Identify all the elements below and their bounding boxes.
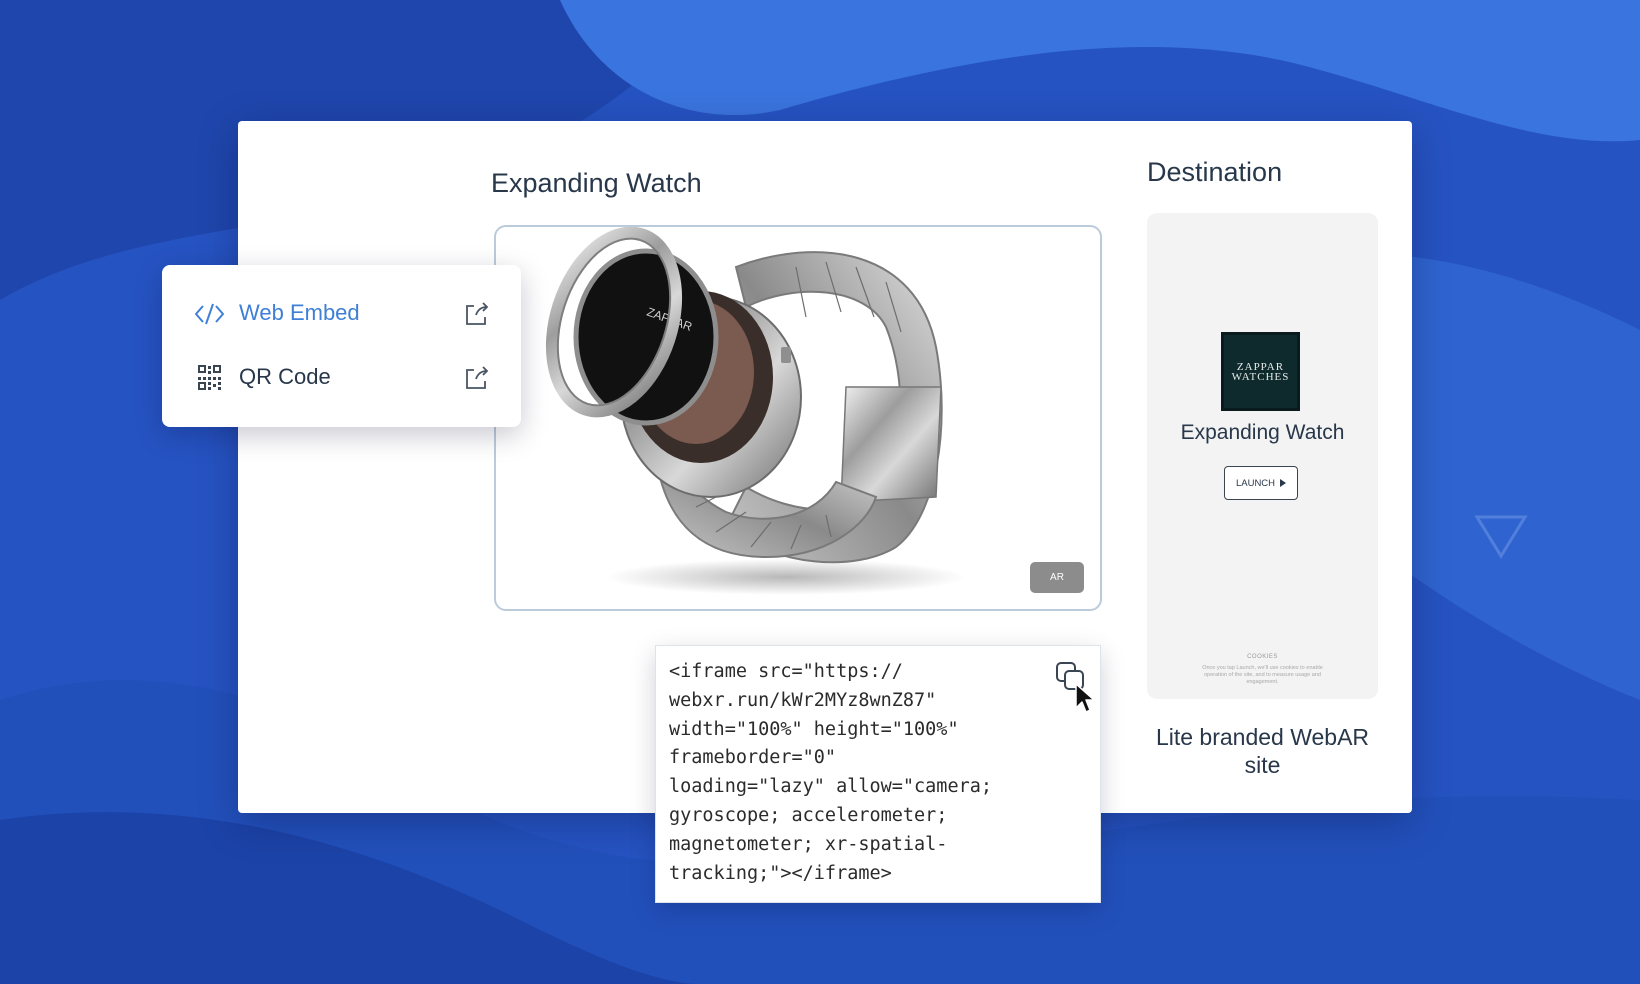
code-icon: [195, 303, 224, 325]
ar-preview-viewer[interactable]: ZAPPAR AR: [494, 225, 1102, 611]
launch-button[interactable]: LAUNCH: [1224, 466, 1298, 500]
ar-button[interactable]: AR: [1030, 562, 1084, 593]
cookies-text: Once you tap Launch, we'll use cookies t…: [1202, 665, 1323, 685]
menu-item-label: QR Code: [239, 364, 331, 389]
embed-code[interactable]: <iframe src="https:// webxr.run/kWr2MYz8…: [669, 658, 992, 888]
qr-code-icon: [198, 365, 221, 390]
menu-item-web-embed[interactable]: Web Embed: [162, 287, 521, 341]
brand-logo: ZAPPAR WATCHES: [1221, 332, 1300, 411]
external-link-icon[interactable]: [464, 301, 490, 327]
cookies-title: COOKIES: [1247, 654, 1278, 660]
play-icon: [1280, 479, 1287, 487]
brand-logo-line2: WATCHES: [1231, 370, 1290, 383]
brand-logo-line1: ZAPPAR: [1236, 360, 1285, 373]
external-link-icon[interactable]: [464, 365, 490, 391]
destination-phone-preview: ZAPPAR WATCHES Expanding Watch LAUNCH CO…: [1147, 213, 1378, 699]
mouse-cursor-icon: [1075, 683, 1095, 713]
embed-code-panel[interactable]: <iframe src="https:// webxr.run/kWr2MYz8…: [655, 645, 1101, 903]
preview-title: Expanding Watch: [491, 168, 702, 198]
destination-title: Destination: [1147, 157, 1283, 187]
destination-caption: Lite branded WebAR site: [1155, 724, 1370, 778]
menu-item-label: Web Embed: [239, 300, 360, 325]
share-menu: Web Embed QR Code: [162, 265, 521, 427]
destination-product-name: Expanding Watch: [1180, 421, 1345, 444]
menu-item-qr-code[interactable]: QR Code: [162, 351, 521, 405]
watch-3d-model[interactable]: ZAPPAR: [496, 227, 1100, 609]
launch-label: LAUNCH: [1235, 477, 1276, 489]
